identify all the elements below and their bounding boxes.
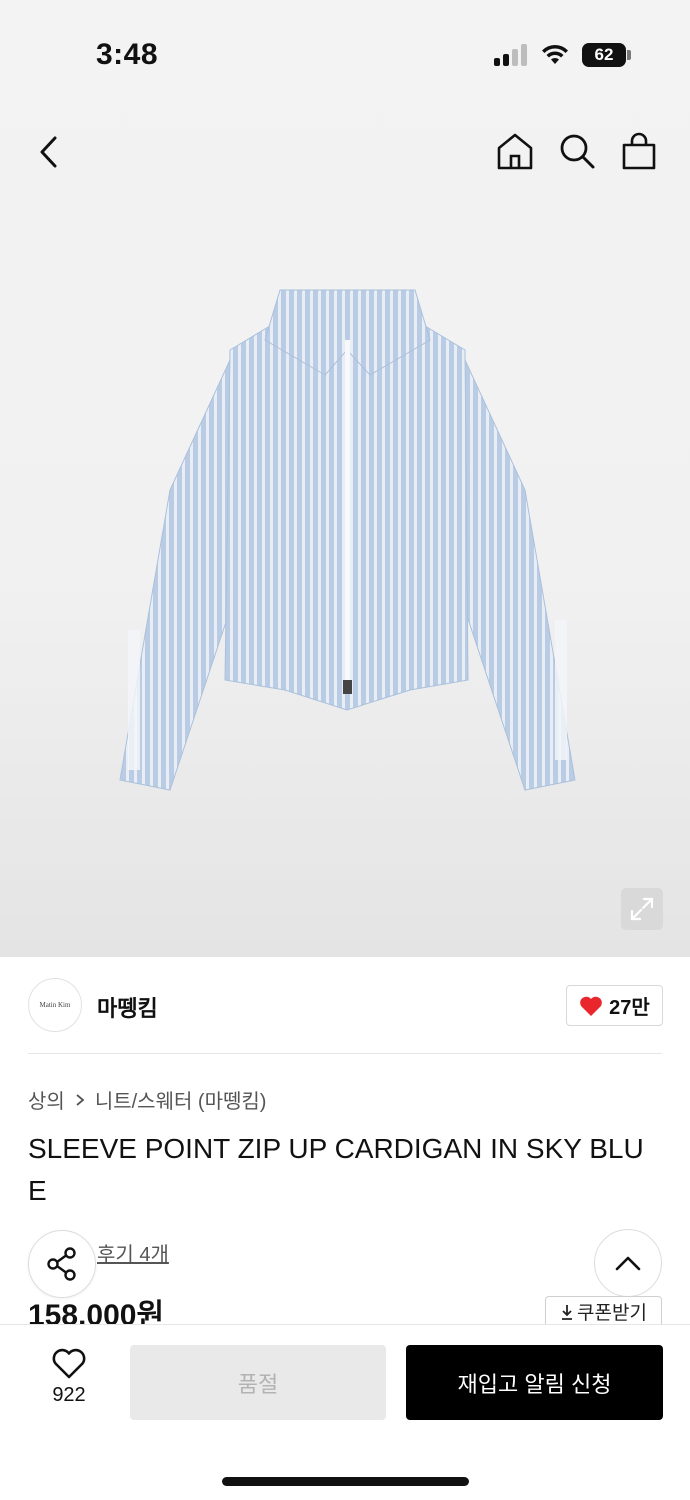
shopping-bag-icon (622, 132, 656, 170)
share-icon (47, 1247, 76, 1281)
brand-logo-text: Matin Kim (39, 1001, 71, 1009)
signal-icon (494, 44, 530, 66)
scroll-top-button[interactable] (594, 1229, 662, 1297)
share-button[interactable] (28, 1230, 96, 1298)
breadcrumb-subcategory[interactable]: 니트/스웨터 (마뗑킴) (95, 1085, 267, 1114)
heart-filled-icon (580, 996, 602, 1016)
heart-outline-icon (52, 1348, 86, 1379)
restock-alert-button[interactable]: 재입고 알림 신청 (406, 1345, 663, 1420)
breadcrumb: 상의 니트/스웨터 (마뗑킴) (28, 1085, 266, 1114)
product-price: 158,000원 (28, 1299, 165, 1325)
brand-logo[interactable]: Matin Kim (28, 978, 82, 1032)
status-time: 3:48 (96, 38, 159, 71)
soldout-button: 품절 (130, 1345, 386, 1420)
expand-button[interactable] (621, 888, 663, 930)
coupon-label: 쿠폰받기 (577, 1303, 647, 1324)
search-button[interactable] (556, 130, 598, 172)
back-button[interactable] (28, 130, 68, 174)
brand-name[interactable]: 마뗑킴 (97, 991, 158, 1023)
battery-icon: 62 (582, 43, 626, 67)
status-bar: 3:48 62 (0, 0, 690, 100)
search-icon (560, 134, 595, 169)
home-indicator (222, 1477, 469, 1486)
chevron-up-icon (615, 1256, 641, 1271)
home-button[interactable] (494, 130, 536, 172)
breadcrumb-category[interactable]: 상의 (28, 1085, 65, 1114)
review-link[interactable]: 후기 4개 (97, 1238, 169, 1267)
wishlist-count: 922 (52, 1384, 86, 1406)
chevron-right-icon (76, 1093, 85, 1106)
product-image[interactable] (110, 280, 585, 800)
coupon-button[interactable]: 쿠폰받기 (545, 1296, 662, 1326)
brand-like-count: 27만 (609, 997, 650, 1019)
battery-nub (627, 50, 631, 60)
home-icon (497, 133, 533, 170)
wifi-icon (540, 42, 570, 66)
chevron-left-icon (40, 136, 57, 168)
download-icon (562, 1304, 573, 1320)
wishlist-button[interactable]: 922 (38, 1348, 100, 1418)
divider (28, 1053, 662, 1054)
brand-like-button[interactable]: 27만 (566, 985, 663, 1026)
product-title: SLEEVE POINT ZIP UP CARDIGAN IN SKY BLUE (28, 1133, 644, 1206)
expand-icon (630, 897, 654, 921)
cart-button[interactable] (618, 130, 660, 172)
